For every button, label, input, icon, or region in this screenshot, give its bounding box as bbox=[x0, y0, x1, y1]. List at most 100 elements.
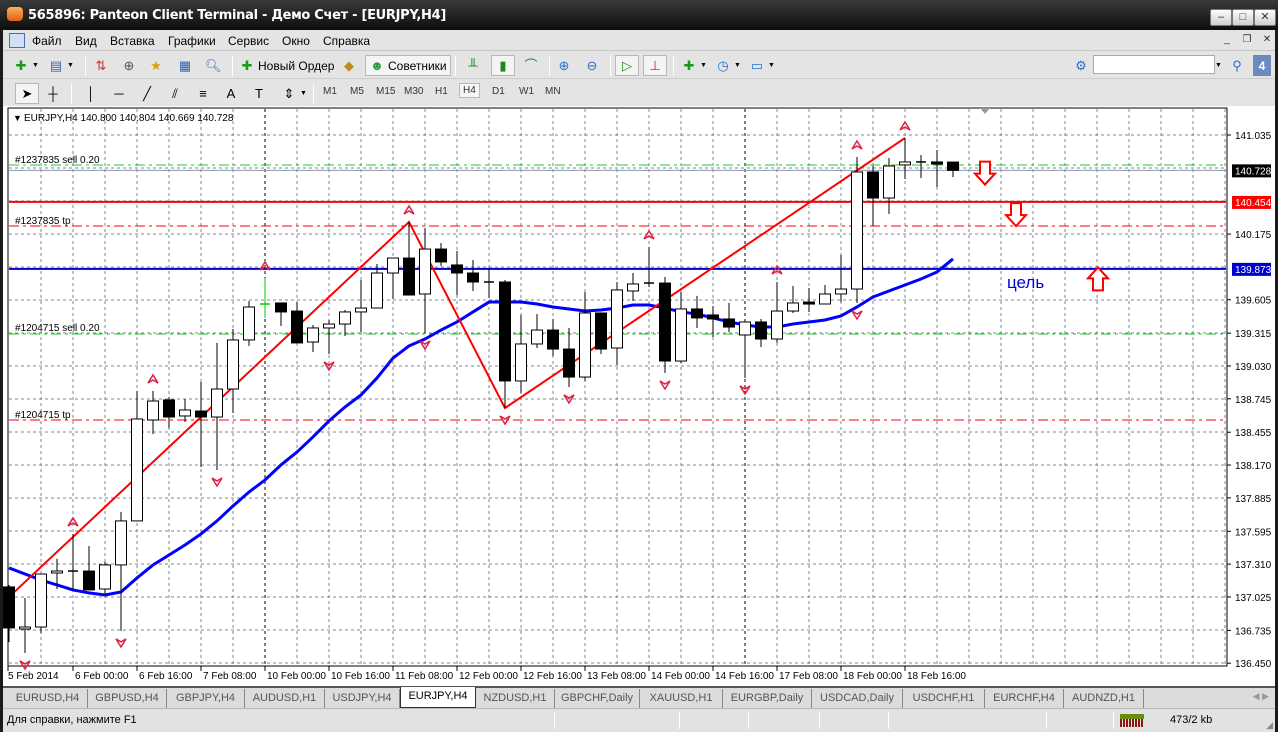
candle-bullish bbox=[771, 310, 783, 340]
chart-shift-marker[interactable] bbox=[980, 108, 990, 114]
order-label: #1237835 sell 0.20 bbox=[15, 155, 100, 166]
status-divider bbox=[888, 712, 889, 729]
candles bbox=[3, 137, 959, 653]
price-label: 137.595 bbox=[1235, 527, 1272, 538]
chart-tab[interactable]: EURGBP,Daily bbox=[723, 689, 812, 708]
time-label: 5 Feb 2014 bbox=[8, 671, 59, 682]
price-tag-label: 140.454 bbox=[1235, 198, 1272, 209]
candle-bullish bbox=[899, 161, 911, 166]
chart-tab[interactable]: USDCHF,H1 bbox=[903, 689, 985, 708]
candle-bullish bbox=[307, 327, 319, 343]
price-label: 139.315 bbox=[1235, 329, 1272, 340]
candle-bearish bbox=[195, 410, 207, 418]
candle-bullish bbox=[387, 257, 399, 274]
time-label: 13 Feb 08:00 bbox=[587, 671, 646, 682]
price-label: 140.175 bbox=[1235, 230, 1272, 241]
price-label: 138.745 bbox=[1235, 395, 1272, 406]
target-annotation: цель bbox=[1007, 273, 1044, 292]
candle-bullish bbox=[211, 388, 223, 418]
candle-bullish bbox=[675, 308, 687, 362]
chart-grid bbox=[9, 109, 1226, 665]
time-label: 6 Feb 16:00 bbox=[139, 671, 193, 682]
chart-tab[interactable]: GBPUSD,H4 bbox=[88, 689, 167, 708]
chart-tab[interactable]: GBPJPY,H4 bbox=[167, 689, 245, 708]
candle-bearish bbox=[83, 570, 95, 591]
price-label: 139.605 bbox=[1235, 296, 1272, 307]
price-label: 136.450 bbox=[1235, 659, 1272, 670]
price-label: 136.735 bbox=[1235, 626, 1272, 637]
candle-bearish bbox=[659, 282, 671, 362]
candle-bearish bbox=[563, 348, 575, 378]
chart-tab[interactable]: EURCHF,H4 bbox=[985, 689, 1064, 708]
time-label: 7 Feb 08:00 bbox=[203, 671, 257, 682]
candle-bullish bbox=[883, 165, 895, 199]
connection-status-icon[interactable] bbox=[1120, 714, 1144, 727]
candle-bullish bbox=[323, 323, 335, 329]
candle-bullish bbox=[579, 312, 591, 378]
price-label: 137.025 bbox=[1235, 593, 1272, 604]
chart-tab[interactable]: EURJPY,H4 bbox=[400, 687, 476, 708]
status-divider bbox=[1113, 712, 1114, 729]
candle-bearish bbox=[947, 161, 959, 171]
tab-scroll-arrows[interactable]: ◀ ▶ bbox=[1253, 691, 1269, 702]
time-label: 12 Feb 00:00 bbox=[459, 671, 518, 682]
time-label: 12 Feb 16:00 bbox=[523, 671, 582, 682]
time-label: 14 Feb 16:00 bbox=[715, 671, 774, 682]
chart-tab[interactable]: GBPCHF,Daily bbox=[555, 689, 640, 708]
candle-bearish bbox=[435, 248, 447, 263]
candle-bearish bbox=[723, 318, 735, 328]
chart-tab[interactable]: NZDUSD,H1 bbox=[476, 689, 555, 708]
fractal-down-icon bbox=[19, 660, 31, 671]
chart-tabs: EURUSD,H4 GBPUSD,H4 GBPJPY,H4 AUDUSD,H1 USDJ… bbox=[3, 686, 1275, 708]
time-axis[interactable]: 5 Feb 2014 6 Feb 00:00 6 Feb 16:00 7 Feb 08… bbox=[7, 666, 966, 682]
chart-tab[interactable]: USDJPY,H4 bbox=[325, 689, 400, 708]
candle-bullish bbox=[627, 283, 639, 292]
chart-tab[interactable]: EURUSD,H4 bbox=[8, 689, 88, 708]
candle-bearish bbox=[755, 321, 767, 340]
price-label: 138.455 bbox=[1235, 428, 1272, 439]
price-chart[interactable]: 141.035 140.175 139.605 139.315 139.030 138.7… bbox=[0, 0, 1278, 732]
candle-bullish bbox=[35, 573, 47, 628]
candle-bearish bbox=[707, 314, 719, 320]
fractal-up-icon bbox=[403, 204, 415, 215]
collapse-triangle-icon[interactable]: ▼ bbox=[13, 113, 22, 123]
price-label: 139.030 bbox=[1235, 362, 1272, 373]
status-bar: Для справки, нажмите F1 473/2 kb ◢ bbox=[3, 708, 1275, 732]
price-tag-label: 139.873 bbox=[1235, 265, 1272, 276]
price-axis[interactable]: 141.035 140.175 139.605 139.315 139.030 138.7… bbox=[1227, 131, 1272, 670]
price-label: 138.170 bbox=[1235, 461, 1272, 472]
time-label: 18 Feb 00:00 bbox=[843, 671, 902, 682]
status-divider bbox=[1046, 712, 1047, 729]
candle-bearish bbox=[691, 308, 703, 319]
chart-tab[interactable]: AUDUSD,H1 bbox=[245, 689, 325, 708]
status-divider bbox=[554, 712, 555, 729]
candle-bullish bbox=[51, 570, 63, 574]
candle-bullish bbox=[819, 293, 831, 305]
time-label: 11 Feb 08:00 bbox=[395, 671, 454, 682]
resize-grip-icon[interactable]: ◢ bbox=[1266, 720, 1273, 731]
candle-bearish bbox=[291, 310, 303, 344]
chart-tab[interactable]: USDCAD,Daily bbox=[812, 689, 903, 708]
candle-bullish bbox=[835, 288, 847, 295]
fractal-down-icon bbox=[211, 477, 223, 488]
buy-arrow-icon bbox=[1085, 265, 1111, 292]
candle-bearish bbox=[803, 301, 815, 305]
candle-bullish bbox=[739, 321, 751, 336]
price-label: 137.310 bbox=[1235, 560, 1272, 571]
candle-bullish bbox=[515, 343, 527, 382]
candle-bullish bbox=[371, 272, 383, 309]
fractal-up-icon bbox=[851, 139, 863, 150]
chart-tab[interactable]: AUDNZD,H1 bbox=[1064, 689, 1144, 708]
time-label: 10 Feb 16:00 bbox=[331, 671, 390, 682]
fractal-down-icon bbox=[115, 638, 127, 649]
candle-bullish bbox=[355, 307, 367, 313]
chart-info: EURJPY,H4 140.800 140.804 140.669 140.72… bbox=[24, 113, 234, 124]
candle-bullish bbox=[179, 409, 191, 417]
order-label: #1204715 tp bbox=[15, 410, 71, 421]
status-divider bbox=[748, 712, 749, 729]
fractal-down-icon bbox=[659, 380, 671, 391]
candle-bearish bbox=[163, 399, 175, 418]
candle-bearish bbox=[3, 586, 15, 629]
candle-bullish bbox=[851, 171, 863, 290]
chart-tab[interactable]: XAUUSD,H1 bbox=[640, 689, 723, 708]
